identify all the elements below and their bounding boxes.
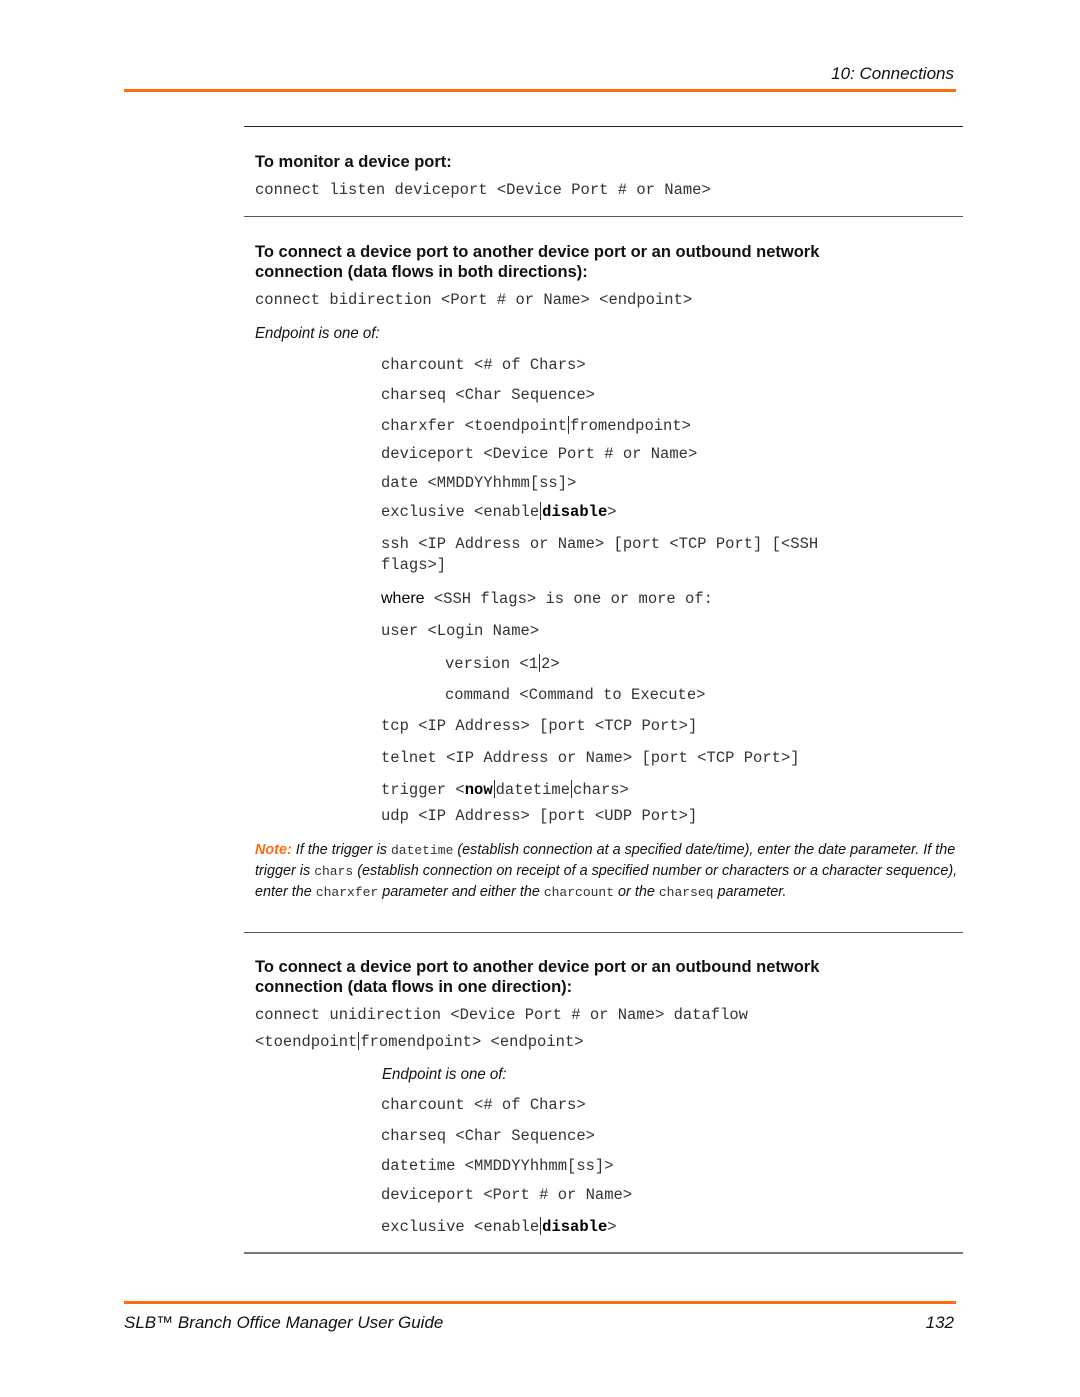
exclusive-disable-default: disable	[542, 503, 608, 521]
trigger-datetime: datetime	[495, 781, 571, 799]
note-code: charcount	[543, 885, 615, 900]
endpoint-intro: Endpoint is one of:	[255, 325, 380, 342]
exclusive-close: >	[607, 503, 617, 521]
unidirection-heading: To connect a device port to another devi…	[255, 957, 819, 997]
unidirection-command-line1: connect unidirection <Device Port # or N…	[255, 1006, 748, 1024]
separator	[568, 416, 570, 434]
section-divider	[244, 932, 963, 933]
note-text: If the trigger is	[291, 842, 391, 858]
dataflow-to: <toendpoint	[255, 1033, 358, 1051]
monitor-heading: To monitor a device port:	[255, 153, 452, 171]
trigger-note: Note: If the trigger is datetime (establ…	[255, 840, 960, 903]
endpoint-intro: Endpoint is one of:	[382, 1066, 507, 1083]
note-code: charxfer	[315, 885, 379, 900]
unidirection-heading-line1: To connect a device port to another devi…	[255, 958, 820, 976]
trigger-chars: chars>	[573, 781, 629, 799]
endpoint-ssh: ssh <IP Address or Name> [port <TCP Port…	[381, 534, 818, 576]
where-word: where	[381, 590, 425, 607]
chapter-header: 10: Connections	[831, 64, 954, 83]
trigger-now-default: now	[464, 781, 493, 799]
footer-title: SLB™ Branch Office Manager User Guide	[124, 1313, 444, 1332]
bidirection-heading-line1: To connect a device port to another devi…	[255, 243, 820, 261]
bidirection-heading-line2: connection (data flows in both direction…	[255, 263, 588, 281]
ssh-flags-intro: where <SSH flags> is one or more of:	[381, 590, 713, 608]
exclusive-disable-default: disable	[542, 1218, 608, 1236]
unidirection-command-line2: <toendpoint fromendpoint> <endpoint>	[255, 1032, 584, 1051]
section-divider	[244, 216, 963, 217]
note-code: datetime	[390, 843, 454, 858]
dataflow-from: fromendpoint> <endpoint>	[360, 1033, 584, 1051]
endpoint-trigger: trigger <now datetime chars>	[381, 780, 629, 799]
ssh-flag-command: command <Command to Execute>	[445, 686, 706, 704]
section-divider	[244, 126, 963, 127]
endpoint-telnet: telnet <IP Address or Name> [port <TCP P…	[381, 749, 800, 767]
bidirection-heading: To connect a device port to another devi…	[255, 242, 819, 282]
endpoint-exclusive: exclusive <enable disable>	[381, 1217, 617, 1236]
exclusive-enable: exclusive <enable	[381, 1218, 540, 1236]
exclusive-close: >	[607, 1218, 617, 1236]
header-rule	[124, 89, 956, 92]
note-label: Note:	[255, 842, 292, 858]
separator	[539, 654, 541, 672]
ssh-line2: flags>]	[381, 556, 447, 574]
ssh-line1: ssh <IP Address or Name> [port <TCP Port…	[381, 535, 819, 553]
version-2: 2>	[541, 655, 560, 673]
charxfer-to: charxfer <toendpoint	[381, 417, 568, 435]
endpoint-deviceport: deviceport <Device Port # or Name>	[381, 445, 698, 463]
note-text: parameter and either the	[378, 884, 544, 900]
note-code: charseq	[658, 885, 714, 900]
separator	[571, 780, 573, 798]
section-divider	[244, 1252, 963, 1254]
where-rest: <SSH flags> is one or more of:	[424, 590, 713, 608]
ssh-flag-version: version <1 2>	[445, 654, 560, 673]
monitor-command: connect listen deviceport <Device Port #…	[255, 181, 711, 199]
footer-rule	[124, 1301, 956, 1304]
endpoint-charxfer: charxfer <toendpoint fromendpoint>	[381, 416, 691, 435]
endpoint-charcount: charcount <# of Chars>	[381, 1096, 586, 1114]
page-number: 132	[925, 1313, 954, 1332]
endpoint-tcp: tcp <IP Address> [port <TCP Port>]	[381, 717, 698, 735]
endpoint-date: date <MMDDYYhhmm[ss]>	[381, 474, 577, 492]
endpoint-deviceport: deviceport <Port # or Name>	[381, 1186, 633, 1204]
exclusive-enable: exclusive <enable	[381, 503, 540, 521]
bidirection-command: connect bidirection <Port # or Name> <en…	[255, 291, 693, 309]
note-text: or the	[614, 884, 659, 900]
unidirection-heading-line2: connection (data flows in one direction)…	[255, 978, 573, 996]
version-1: version <1	[445, 655, 539, 673]
endpoint-charcount: charcount <# of Chars>	[381, 356, 586, 374]
separator	[540, 1217, 542, 1235]
separator	[540, 502, 542, 520]
endpoint-charseq: charseq <Char Sequence>	[381, 386, 595, 404]
endpoint-user: user <Login Name>	[381, 622, 540, 640]
endpoint-exclusive: exclusive <enable disable>	[381, 502, 617, 521]
endpoint-charseq: charseq <Char Sequence>	[381, 1127, 595, 1145]
note-text: parameter.	[713, 884, 787, 900]
endpoint-udp: udp <IP Address> [port <UDP Port>]	[381, 807, 698, 825]
separator	[493, 780, 495, 798]
trigger-open: trigger <	[381, 781, 465, 799]
endpoint-datetime: datetime <MMDDYYhhmm[ss]>	[381, 1157, 614, 1175]
charxfer-from: fromendpoint>	[570, 417, 691, 435]
note-code: chars	[314, 864, 354, 879]
